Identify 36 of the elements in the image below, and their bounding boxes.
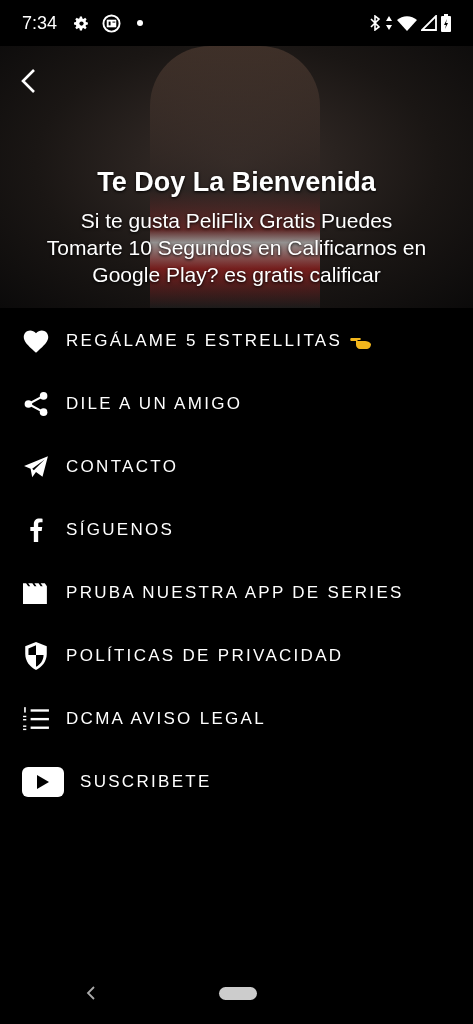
shield-icon [24,641,48,670]
welcome-message: Si te gusta PeliFlix Gratis Puedes Tomarte 10 Segundos en Calificarnos en Google Play? es gratis calificar [45,207,428,288]
play-button-icon [22,766,64,797]
numbered-list-icon [22,706,50,731]
menu-item[interactable]: POLÍTICAS DE PRIVACIDAD [0,624,473,687]
data-arrows-icon [385,15,393,31]
menu-item[interactable]: CONTACTO [0,435,473,498]
app-badge-icon [102,13,122,33]
menu-item[interactable]: SUSCRIBETE [0,750,473,813]
menu-label: DILE A UN AMIGO [66,392,243,415]
menu-label: CONTACTO [66,455,179,478]
menu-item[interactable]: DCMA AVISO LEGAL [0,687,473,750]
menu-label: PRUBA NUESTRA APP DE SERIES [66,581,404,604]
signal-icon [421,15,437,31]
bluetooth-icon [369,15,381,31]
facebook-icon [29,517,43,542]
menu-label: POLÍTICAS DE PRIVACIDAD [66,644,344,667]
gear-icon [73,14,91,32]
back-nav-icon[interactable] [86,986,96,1000]
welcome-title: Te Doy La Bienvenida [96,166,377,199]
menu-item[interactable]: PRUBA NUESTRA APP DE SERIES [0,561,473,624]
menu-label: SUSCRIBETE [80,770,212,793]
wifi-icon [397,15,417,31]
paper-plane-icon [23,454,49,479]
menu-item[interactable]: REGÁLAME 5 ESTRELLITAS [0,309,473,372]
menu-label: DCMA AVISO LEGAL [66,707,266,730]
menu-item[interactable]: SÍGUENOS [0,498,473,561]
menu-item[interactable]: DILE A UN AMIGO [0,372,473,435]
home-pill[interactable] [219,986,257,1000]
dot-icon [137,20,144,26]
status-time: 7:34 [22,11,58,35]
clapperboard-icon [22,581,50,604]
menu-label: REGÁLAME 5 ESTRELLITAS [66,329,343,352]
menu-label: SÍGUENOS [66,518,175,541]
battery-icon [441,14,451,32]
share-icon [23,390,49,417]
